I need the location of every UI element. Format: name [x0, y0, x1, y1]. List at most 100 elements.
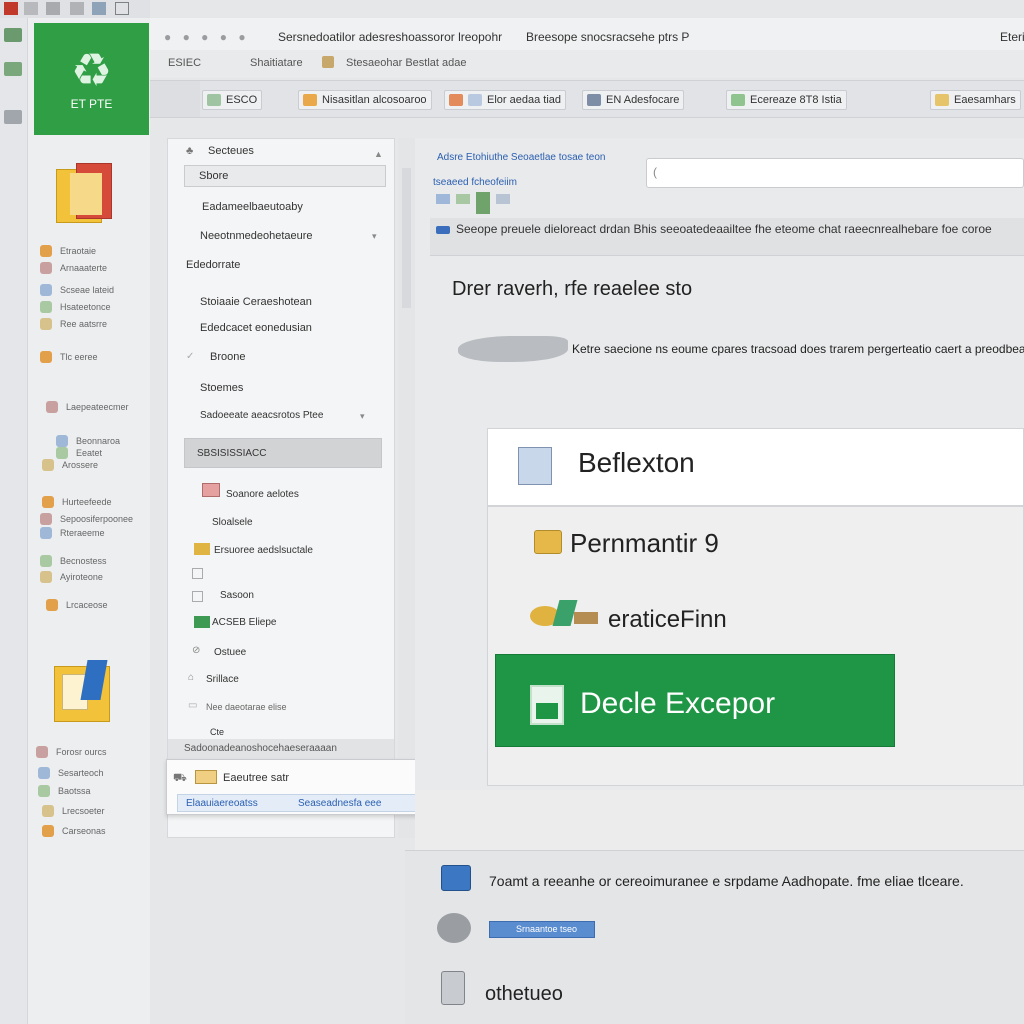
chevron-down-icon[interactable]: ▾	[372, 231, 377, 242]
rail-label[interactable]: Sesarteoch	[58, 768, 104, 778]
nav-item[interactable]: Ededorrate	[186, 259, 240, 271]
toolbar-icon	[935, 94, 949, 106]
nav-item[interactable]: Eadameelbaeutoaby	[202, 201, 303, 213]
breadcrumb[interactable]: Adsre Etohiuthe Seoaetlae tosae teon	[437, 152, 605, 163]
toolbar-button[interactable]: Elor aedaa tiad	[444, 90, 566, 110]
nav-item[interactable]: Sasoon	[220, 590, 254, 601]
folder-icon[interactable]	[52, 658, 112, 722]
rail-label[interactable]: Eeatet	[76, 448, 102, 458]
window-icon[interactable]	[24, 2, 38, 15]
rail-item-icon	[56, 447, 68, 459]
address-item[interactable]: Shaitiatare	[250, 57, 303, 69]
nav-item[interactable]: ACSEB Eliepe	[212, 617, 276, 628]
sublink[interactable]: tseaeed fcheofeiim	[433, 177, 517, 188]
nav-selected-item[interactable]: SBSISISSIACC	[184, 438, 382, 468]
rail-label[interactable]: Arossere	[62, 460, 98, 470]
rail-item-icon	[38, 785, 50, 797]
close-icon[interactable]	[4, 2, 18, 15]
rail-label[interactable]: Sepoosiferpoonee	[60, 514, 133, 524]
rail-item-icon	[40, 513, 52, 525]
result-item[interactable]: Pernmantir 9	[570, 528, 719, 559]
primary-button[interactable]: Decle Excepor	[495, 654, 895, 747]
divider-band	[415, 790, 1024, 850]
popup-left-label: Elaauiaereoatss	[186, 798, 258, 809]
nav-selected-top[interactable]: Sbore	[184, 165, 386, 187]
result-panel-header[interactable]: Beflexton	[487, 428, 1024, 506]
nav-item[interactable]: Stoemes	[200, 382, 243, 394]
result-item[interactable]: eraticeFinn	[608, 606, 727, 634]
bottom-line: 7oamt a reeanhe or cereoimuranee e srpda…	[489, 873, 964, 889]
info-bar: Seeope preuele dieloreact drdan Bhis see…	[430, 218, 1024, 256]
popup-right-label: Seaseadnesfa eee	[298, 798, 382, 809]
nav-footer: Sadoonadeanoshocehaeseraaaan	[168, 739, 394, 759]
popup-item[interactable]: Eaeutree satr	[223, 772, 289, 784]
rail-label[interactable]: Hsateetonce	[60, 302, 111, 312]
rail-label[interactable]: Baotssa	[58, 786, 91, 796]
toolbar-button[interactable]: Eaesamhars	[930, 90, 1021, 110]
nav-footer-label: Sadoonadeanoshocehaeseraaaan	[184, 743, 337, 754]
rail-item-icon	[40, 245, 52, 257]
nav-item[interactable]: Neeotnmedeohetaeure	[200, 230, 313, 242]
rail-label[interactable]: Ree aatsrre	[60, 319, 107, 329]
folder-icon	[194, 543, 210, 555]
nav-item[interactable]: Ostuee	[214, 647, 246, 658]
nav-item[interactable]: Cte	[210, 727, 224, 737]
window-icon[interactable]	[70, 2, 84, 15]
rail-label[interactable]: Becnostess	[60, 556, 107, 566]
search-input[interactable]: (	[646, 158, 1024, 188]
bottom-chip[interactable]: Srnaantoe tseo	[489, 921, 595, 938]
popup-selected-row[interactable]: Elaauiaereoatss Seaseadnesfa eee	[177, 794, 453, 812]
app-icon[interactable]	[4, 62, 22, 76]
checkbox[interactable]	[192, 591, 203, 602]
app-icon[interactable]	[4, 110, 22, 124]
collapse-icon[interactable]: ▲	[374, 149, 383, 159]
rail-label[interactable]: Lrecsoeter	[62, 806, 105, 816]
nav-item[interactable]: Sadoeeate aeacsrotos Ptee	[200, 410, 323, 421]
page-icon: ▭	[188, 700, 198, 711]
navigation-pane: ▲ ♣ Secteues Sbore Eadameelbaeutoaby Nee…	[167, 138, 395, 838]
toolbar-button[interactable]: Nisasitlan alcosoaroo	[298, 90, 432, 110]
rail-label[interactable]: Beonnaroa	[76, 436, 120, 446]
rail-label[interactable]: Lrcaceose	[66, 600, 108, 610]
address-bar[interactable]: ESIEC Shaitiatare Stesaeohar Bestlat ada…	[150, 50, 1024, 78]
nav-item[interactable]: Nee daeotarae elise	[206, 702, 287, 712]
nav-item[interactable]: Ededcacet eonedusian	[200, 322, 312, 334]
address-item[interactable]: ESIEC	[168, 57, 201, 69]
window-icon[interactable]	[92, 2, 106, 15]
rail-label[interactable]: Laepeateecmer	[66, 402, 129, 412]
app-icon[interactable]	[4, 28, 22, 42]
rail-label[interactable]: Scseae lateid	[60, 285, 114, 295]
rail-label[interactable]: Rteraeeme	[60, 528, 105, 538]
nav-item[interactable]: Srillace	[206, 674, 239, 685]
scrollbar-thumb[interactable]	[402, 168, 411, 308]
app-logo[interactable]: ♻ ET PTE	[34, 23, 149, 135]
address-item[interactable]: Stesaeohar Bestlat adae	[346, 57, 466, 69]
nav-item[interactable]: Broone	[210, 351, 245, 363]
toolbar-button[interactable]: EN Adesfocare	[582, 90, 685, 110]
rail-item-icon	[46, 401, 58, 413]
chevron-down-icon[interactable]: ▾	[360, 411, 365, 422]
nav-item[interactable]: Stoiaaie Ceraeshotean	[200, 296, 312, 308]
rail-item-icon	[38, 767, 50, 779]
rail-label[interactable]: Etraotaie	[60, 246, 96, 256]
rail-item-icon	[36, 746, 48, 758]
folder-icon[interactable]	[56, 163, 112, 223]
toolbar-button[interactable]: Ecereaze 8T8 Istia	[726, 90, 847, 110]
rail-label[interactable]: Ayiroteone	[60, 572, 103, 582]
rail-label[interactable]: Hurteefeede	[62, 497, 112, 507]
toolbar-button-label: Eaesamhars	[954, 94, 1016, 106]
nav-item[interactable]: Soanore aelotes	[226, 489, 299, 500]
box-icon	[441, 865, 471, 891]
scrollbar[interactable]	[398, 138, 415, 838]
toolbar-button[interactable]: ESCO	[202, 90, 263, 110]
rail-label[interactable]: Arnaaaterte	[60, 263, 107, 273]
rail-label[interactable]: Forosr ourcs	[56, 747, 107, 757]
window-dots-icon: ● ● ● ● ●	[164, 30, 250, 44]
nav-item[interactable]: Sloalsele	[212, 517, 253, 528]
nav-item[interactable]: Ersuoree aedslsuctale	[214, 545, 313, 556]
window-icon[interactable]	[46, 2, 60, 15]
window-icon[interactable]	[115, 2, 129, 15]
checkbox[interactable]	[192, 568, 203, 579]
rail-label[interactable]: Tlc eeree	[60, 352, 98, 362]
rail-label[interactable]: Carseonas	[62, 826, 106, 836]
